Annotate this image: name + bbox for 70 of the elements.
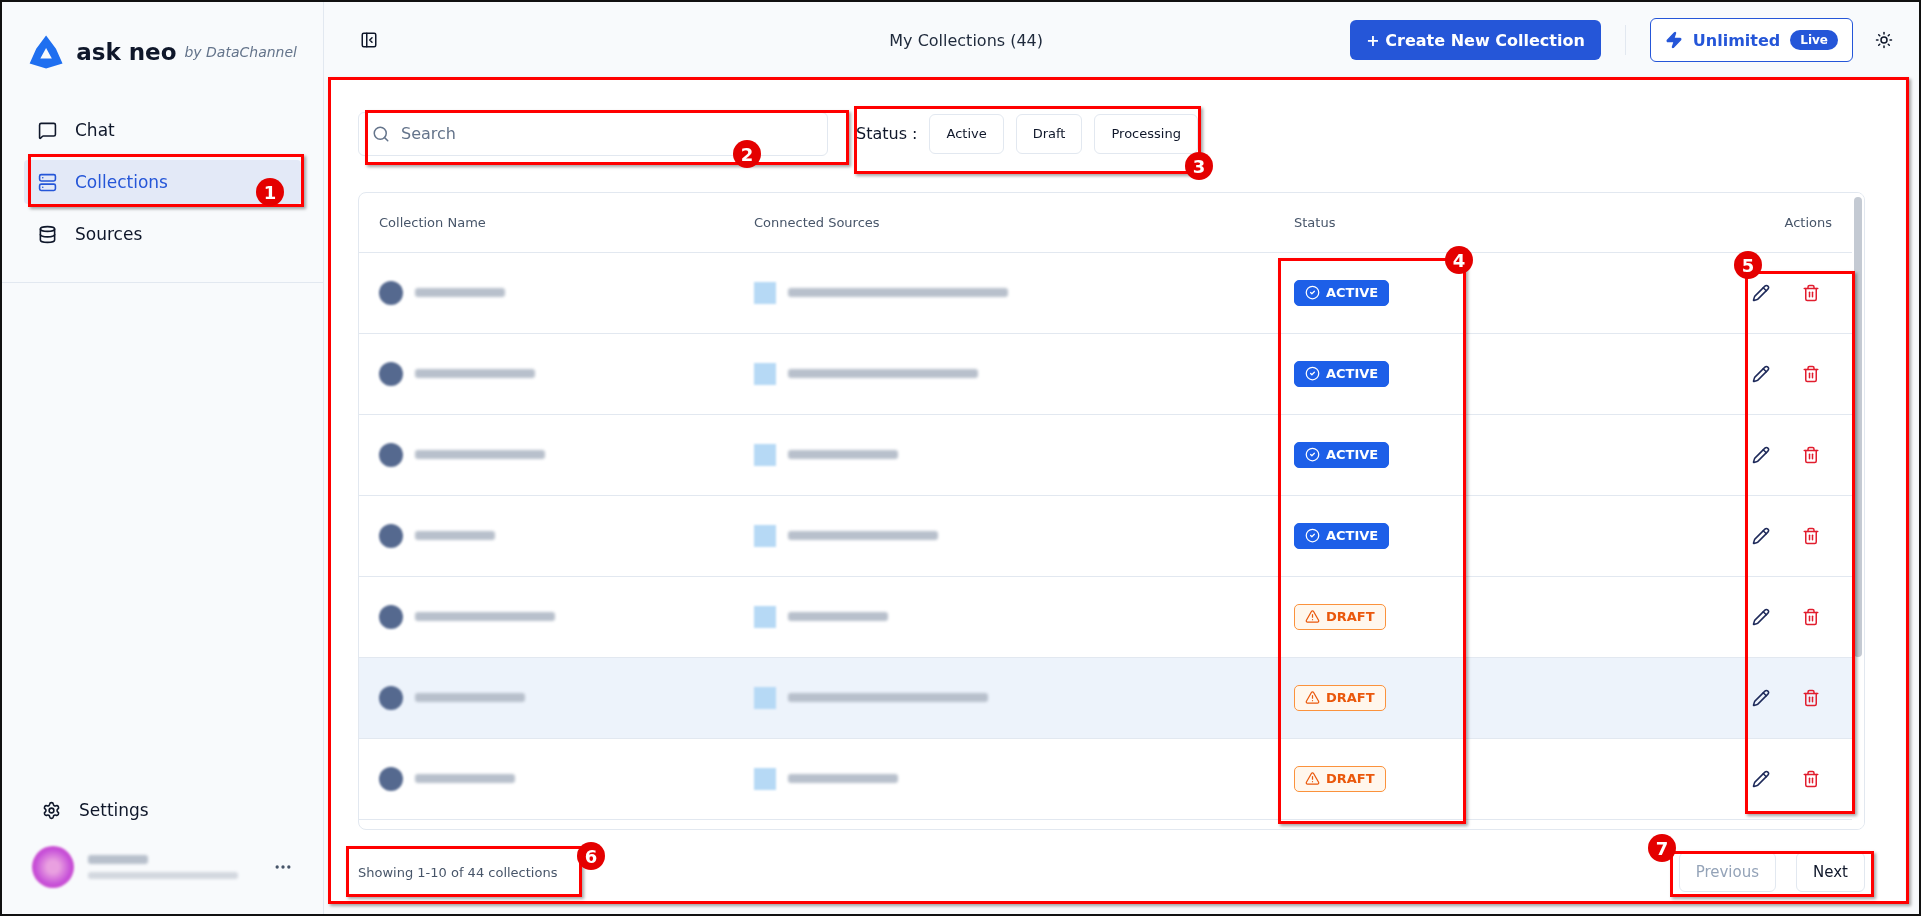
status-badge: ACTIVE bbox=[1294, 360, 1390, 387]
source-icon bbox=[754, 767, 776, 790]
blurred-text bbox=[88, 855, 148, 864]
user-avatar bbox=[32, 846, 74, 888]
database-icon bbox=[38, 224, 57, 244]
column-header: Status bbox=[1294, 214, 1337, 230]
brand-byline: by DataChannel bbox=[184, 44, 297, 60]
collection-icon bbox=[379, 766, 403, 791]
scrollbar-thumb[interactable] bbox=[1854, 196, 1862, 657]
check-icon bbox=[1305, 285, 1320, 301]
next-button[interactable]: Next bbox=[1796, 852, 1865, 892]
status-badge: ACTIVE bbox=[1294, 441, 1390, 468]
status-filter-label: Status : bbox=[856, 124, 918, 144]
check-icon bbox=[1305, 528, 1320, 544]
live-badge: Live bbox=[1790, 30, 1838, 50]
source-icon bbox=[754, 605, 776, 628]
delete-button[interactable] bbox=[1802, 769, 1820, 788]
source-icon bbox=[754, 281, 776, 304]
server-icon bbox=[38, 172, 57, 192]
collection-icon bbox=[379, 523, 403, 548]
warning-icon bbox=[1305, 771, 1320, 787]
delete-button[interactable] bbox=[1802, 688, 1820, 707]
collection-icon bbox=[379, 442, 403, 467]
collection-icon bbox=[379, 361, 403, 386]
collection-icon bbox=[379, 280, 403, 305]
delete-button[interactable] bbox=[1802, 607, 1820, 626]
delete-button[interactable] bbox=[1802, 445, 1820, 464]
source-icon bbox=[754, 686, 776, 709]
lightning-icon bbox=[1664, 31, 1683, 49]
column-header: Collection Name bbox=[379, 214, 487, 230]
edit-button[interactable] bbox=[1752, 283, 1770, 302]
status-badge: DRAFT bbox=[1294, 684, 1386, 711]
edit-button[interactable] bbox=[1752, 445, 1770, 464]
status-filter-chip[interactable]: Active bbox=[929, 113, 1004, 154]
column-header: Connected Sources bbox=[754, 214, 881, 230]
edit-button[interactable] bbox=[1752, 526, 1770, 545]
warning-icon bbox=[1305, 609, 1320, 625]
status-filter-chip[interactable]: Processing bbox=[1094, 113, 1198, 154]
source-icon bbox=[754, 362, 776, 385]
plan-button[interactable]: Unlimited Live bbox=[1649, 18, 1853, 62]
warning-icon bbox=[1305, 690, 1320, 706]
sidebar-item[interactable]: Chat bbox=[24, 108, 301, 152]
edit-button[interactable] bbox=[1752, 688, 1770, 707]
status-badge: ACTIVE bbox=[1294, 522, 1390, 549]
pagination-summary: Showing 1-10 of 44 collections bbox=[358, 864, 558, 880]
column-header: Actions bbox=[1783, 214, 1832, 230]
source-icon bbox=[754, 524, 776, 547]
source-icon bbox=[754, 443, 776, 466]
chat-icon bbox=[38, 120, 57, 140]
page-title: My Collections (44) bbox=[888, 30, 1045, 50]
status-badge: ACTIVE bbox=[1294, 279, 1390, 306]
edit-button[interactable] bbox=[1752, 364, 1770, 383]
check-icon bbox=[1305, 447, 1320, 463]
edit-button[interactable] bbox=[1752, 607, 1770, 626]
status-filter-chip[interactable]: Draft bbox=[1015, 113, 1083, 154]
brand-name: ask neo bbox=[76, 39, 177, 65]
settings-link[interactable]: Settings bbox=[2, 788, 323, 832]
check-icon bbox=[1305, 366, 1320, 382]
delete-button[interactable] bbox=[1802, 283, 1820, 302]
collection-icon bbox=[379, 604, 403, 629]
search-icon bbox=[372, 124, 390, 143]
status-badge: DRAFT bbox=[1294, 765, 1386, 792]
delete-button[interactable] bbox=[1802, 526, 1820, 545]
edit-button[interactable] bbox=[1752, 769, 1770, 788]
status-badge: DRAFT bbox=[1294, 603, 1386, 630]
sidebar-item[interactable]: Sources bbox=[24, 212, 301, 256]
create-collection-button[interactable]: + Create New Collection bbox=[1350, 20, 1601, 60]
collection-icon bbox=[379, 685, 403, 710]
delete-button[interactable] bbox=[1802, 364, 1820, 383]
settings-icon bbox=[42, 800, 61, 820]
